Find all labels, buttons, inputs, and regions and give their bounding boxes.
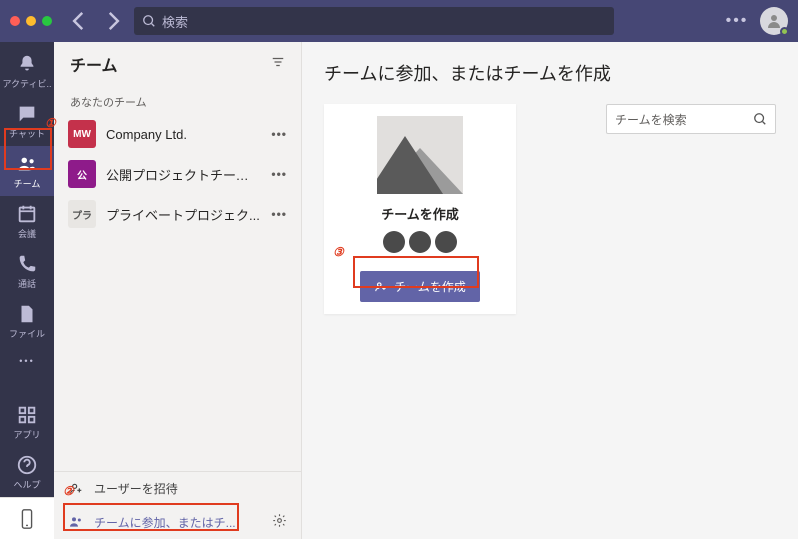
create-team-button[interactable]: チームを作成 <box>360 271 480 302</box>
join-label: チームに参加、またはチ... <box>94 514 236 531</box>
window-controls <box>10 16 52 26</box>
create-team-card[interactable]: チームを作成 チームを作成 <box>324 104 516 314</box>
create-team-icon <box>374 280 388 294</box>
chat-icon <box>16 103 38 125</box>
rail-files[interactable]: ファイル <box>0 296 54 346</box>
user-avatar[interactable] <box>760 7 788 35</box>
section-label: あなたのチーム <box>54 86 301 114</box>
annotation-1: ① <box>45 116 56 130</box>
gear-icon <box>272 513 287 528</box>
person-icon <box>766 13 782 29</box>
help-icon <box>16 454 38 476</box>
mobile-icon <box>19 508 35 530</box>
rail-activity[interactable]: アクティビ.. <box>0 46 54 96</box>
close-control-icon[interactable] <box>10 16 20 26</box>
apps-icon <box>16 404 38 426</box>
team-more-button[interactable]: ••• <box>271 207 287 221</box>
team-more-button[interactable]: ••• <box>271 127 287 141</box>
invite-users-link[interactable]: ユーザーを招待 <box>54 472 301 505</box>
team-name: プライベートプロジェク... <box>106 205 261 224</box>
join-create-team-link[interactable]: チームに参加、またはチ... <box>54 505 301 539</box>
team-more-button[interactable]: ••• <box>271 167 287 181</box>
search-teams-input[interactable]: チームを検索 <box>606 104 776 134</box>
page-title: チームに参加、またはチームを作成 <box>324 60 776 86</box>
rail-apps[interactable]: アプリ <box>0 397 54 447</box>
main-content: チームに参加、またはチームを作成 チームを作成 チームを作成 チームを検索 <box>302 42 798 539</box>
presence-available-icon <box>780 27 789 36</box>
team-row[interactable]: 公 公開プロジェクトチーム一般 ••• <box>54 154 301 194</box>
rail-help[interactable]: ヘルプ <box>0 447 54 497</box>
team-row[interactable]: プラ プライベートプロジェク... ••• <box>54 194 301 234</box>
person-silhouette-icon <box>435 231 457 253</box>
create-team-label: チームを作成 <box>394 278 466 295</box>
global-search-input[interactable]: 検索 <box>134 7 614 35</box>
bell-icon <box>16 53 38 75</box>
annotation-2: ② <box>63 484 74 498</box>
filter-button[interactable] <box>271 55 285 74</box>
rail-more[interactable]: ••• <box>0 346 54 376</box>
people-icons <box>383 231 457 253</box>
rail-calls[interactable]: 通話 <box>0 246 54 296</box>
zoom-control-icon[interactable] <box>42 16 52 26</box>
search-placeholder: 検索 <box>162 12 188 31</box>
title-bar: 検索 ••• <box>0 0 798 42</box>
team-row[interactable]: MW Company Ltd. ••• <box>54 114 301 154</box>
team-name: 公開プロジェクトチーム一般 <box>106 165 261 184</box>
rail-mobile-button[interactable] <box>0 497 54 539</box>
rail-calendar[interactable]: 会議 <box>0 196 54 246</box>
invite-label: ユーザーを招待 <box>94 480 178 497</box>
titlebar-more-button[interactable]: ••• <box>724 8 750 34</box>
card-title: チームを作成 <box>381 204 459 223</box>
search-icon <box>753 112 767 126</box>
search-icon <box>142 14 156 28</box>
manage-teams-button[interactable] <box>272 513 287 531</box>
team-name: Company Ltd. <box>106 127 261 142</box>
dots-icon: ••• <box>19 356 34 366</box>
teams-small-icon <box>68 514 84 530</box>
person-silhouette-icon <box>383 231 405 253</box>
annotation-3: ③ <box>333 245 344 259</box>
card-image-placeholder <box>377 116 463 194</box>
nav-back-button[interactable] <box>66 8 92 34</box>
sidebar-header: チーム <box>54 42 301 86</box>
nav-forward-button[interactable] <box>100 8 126 34</box>
filter-icon <box>271 55 285 69</box>
teams-sidebar: チーム あなたのチーム MW Company Ltd. ••• 公 公開プロジェ… <box>54 42 302 539</box>
team-avatar: 公 <box>68 160 96 188</box>
phone-icon <box>16 253 38 275</box>
person-silhouette-icon <box>409 231 431 253</box>
sidebar-title: チーム <box>70 52 118 76</box>
team-avatar: プラ <box>68 200 96 228</box>
calendar-icon <box>16 203 38 225</box>
team-avatar: MW <box>68 120 96 148</box>
rail-teams[interactable]: チーム <box>0 146 54 196</box>
teams-icon <box>16 153 38 175</box>
search-teams-placeholder: チームを検索 <box>615 111 753 128</box>
minimize-control-icon[interactable] <box>26 16 36 26</box>
file-icon <box>16 303 38 325</box>
